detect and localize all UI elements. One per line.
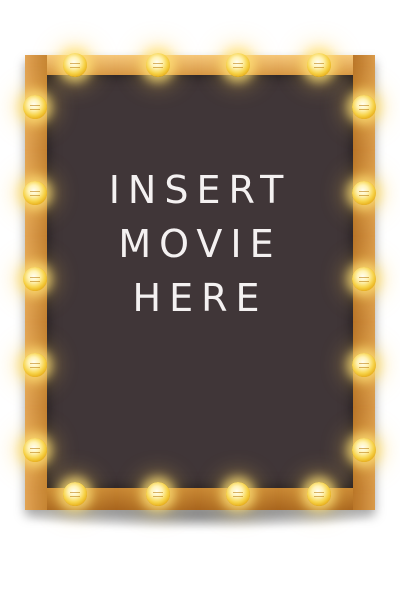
light-bulb-icon <box>352 438 376 462</box>
light-bulb-icon <box>63 482 87 506</box>
light-bulb-icon <box>352 181 376 205</box>
light-bulb-icon <box>352 353 376 377</box>
light-bulb-icon <box>146 53 170 77</box>
light-bulb-icon <box>307 482 331 506</box>
light-bulb-icon <box>23 267 47 291</box>
light-bulb-icon <box>352 95 376 119</box>
light-bulb-icon <box>146 482 170 506</box>
sign-headline: INSERT MOVIE HERE <box>108 168 292 320</box>
light-bulb-icon <box>307 53 331 77</box>
light-bulb-icon <box>23 438 47 462</box>
light-bulb-icon <box>63 53 87 77</box>
light-bulb-icon <box>226 482 250 506</box>
marquee-sign-canvas: INSERT MOVIE HERE <box>0 0 400 593</box>
light-bulb-icon <box>226 53 250 77</box>
light-bulb-icon <box>23 353 47 377</box>
light-bulb-icon <box>23 95 47 119</box>
light-bulb-icon <box>23 181 47 205</box>
light-bulb-icon <box>352 267 376 291</box>
